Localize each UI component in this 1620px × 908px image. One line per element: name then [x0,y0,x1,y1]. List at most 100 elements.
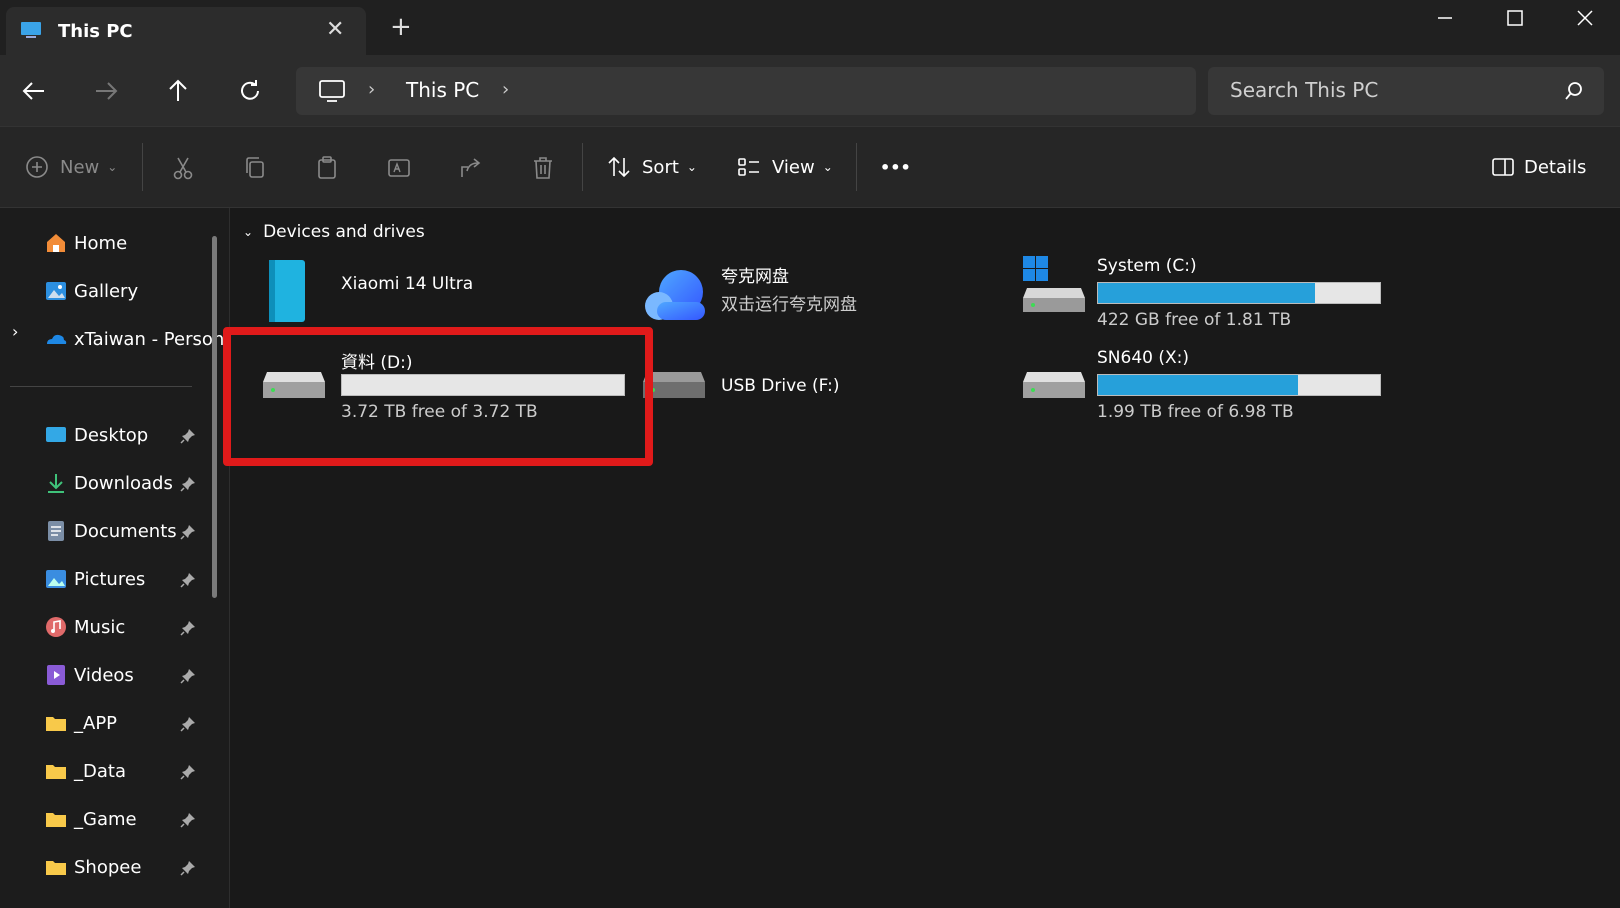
windows-drive-icon [1023,256,1085,312]
pin-icon[interactable] [180,620,196,636]
sidebar-item-label: xTaiwan - Person [74,328,225,350]
share-icon[interactable] [458,155,484,181]
sidebar-item-label: _APP [74,712,118,734]
breadcrumb-chevron-icon[interactable]: › [368,79,375,100]
close-window-icon[interactable] [1550,0,1620,40]
divider [582,143,583,191]
breadcrumb-chevron-icon[interactable]: › [502,79,509,100]
chevron-down-icon: ⌄ [822,160,833,174]
device-name: 夸克网盘 [721,267,789,287]
sidebar-item-label: _Data [74,760,126,782]
sidebar-item-label: Pictures [74,568,146,590]
rename-icon[interactable] [386,155,412,181]
drive-name: SN640 (X:) [1097,348,1189,368]
divider [142,143,143,191]
details-label: Details [1524,156,1587,178]
file-list: ⌄ Devices and drives Xiaomi 14 Ultra 夸克网… [231,208,1620,908]
cut-icon[interactable] [170,155,196,181]
pictures-icon [46,570,66,588]
sidebar-item-desktop[interactable]: Desktop [44,420,148,450]
breadcrumb-this-pc[interactable]: This PC [406,78,479,102]
back-icon[interactable] [14,71,54,111]
device-quark[interactable]: 夸克网盘 双击运行夸克网盘 [641,260,971,330]
highlight-box [223,327,653,466]
home-icon [47,234,65,252]
new-label: New [60,156,100,178]
sidebar-item-music[interactable]: Music [44,612,125,642]
paste-icon[interactable] [314,155,340,181]
tab-this-pc[interactable]: This PC ✕ [6,7,366,55]
sidebar-item-label: Desktop [74,424,149,446]
pin-icon[interactable] [180,524,196,540]
drive-c[interactable]: System (C:) 422 GB free of 1.81 TB [1021,256,1421,336]
chevron-down-icon: ⌄ [107,160,118,174]
pin-icon[interactable] [180,572,196,588]
drive-x[interactable]: SN640 (X:) 1.99 TB free of 6.98 TB [1021,348,1421,428]
drive-usage-bar [1097,282,1381,304]
forward-icon[interactable] [86,71,126,111]
sort-button[interactable]: Sort ⌄ [606,151,697,183]
sidebar-item-app[interactable]: _APP [44,708,117,738]
divider [856,143,857,191]
drive-name: USB Drive (F:) [721,376,840,396]
minimize-icon[interactable] [1410,0,1480,40]
documents-icon [48,521,64,541]
close-tab-icon[interactable]: ✕ [326,17,344,42]
delete-icon[interactable] [530,155,556,181]
device-xiaomi[interactable]: Xiaomi 14 Ultra [261,260,591,330]
sidebar-item-videos[interactable]: Videos [44,660,134,690]
sidebar-item-game[interactable]: _Game [44,804,137,834]
view-label: View [772,156,815,178]
new-button[interactable]: New ⌄ [24,151,117,183]
sidebar-item-documents[interactable]: Documents [44,516,177,546]
chevron-down-icon: ⌄ [686,160,697,174]
folder-icon [46,813,66,827]
pin-icon[interactable] [180,716,196,732]
sidebar-item-shopee[interactable]: Shopee [44,852,141,882]
copy-icon[interactable] [242,155,268,181]
computer-icon [319,80,345,102]
sidebar-item-gallery[interactable]: Gallery [44,276,138,306]
refresh-icon[interactable] [230,71,270,111]
sidebar-item-label: Gallery [74,280,139,302]
folder-icon [46,765,66,779]
search-input[interactable]: Search This PC [1230,78,1378,102]
sidebar-item-label: Shopee [74,856,142,878]
search-box[interactable]: Search This PC [1208,67,1604,115]
up-icon[interactable] [158,71,198,111]
sidebar-item-onedrive[interactable]: xTaiwan - Person [44,324,224,354]
group-header[interactable]: ⌄ Devices and drives [243,222,425,242]
expand-chevron-icon[interactable]: › [12,322,18,341]
command-bar: New ⌄ Sort ⌄ View ⌄ ••• Details [0,126,1620,208]
sort-label: Sort [642,156,679,178]
drive-free-space: 1.99 TB free of 6.98 TB [1097,402,1294,422]
group-label: Devices and drives [263,222,425,242]
new-tab-button[interactable]: + [390,12,412,42]
pin-icon[interactable] [180,764,196,780]
drive-f[interactable]: USB Drive (F:) [641,368,971,418]
pin-icon[interactable] [180,668,196,684]
plus-circle-icon [26,156,48,178]
pin-icon[interactable] [180,812,196,828]
music-icon [46,617,66,637]
divider [10,386,192,387]
sidebar-item-label: Downloads [74,472,173,494]
maximize-icon[interactable] [1480,0,1550,40]
sidebar-item-downloads[interactable]: Downloads [44,468,173,498]
sidebar-item-home[interactable]: Home [44,228,127,258]
drive-name: System (C:) [1097,256,1197,276]
pin-icon[interactable] [180,476,196,492]
sidebar-item-data[interactable]: _Data [44,756,126,786]
sidebar-item-pictures[interactable]: Pictures [44,564,145,594]
address-bar[interactable]: › This PC › [296,67,1196,115]
sidebar-scrollbar[interactable] [212,236,217,598]
pin-icon[interactable] [180,428,196,444]
details-button[interactable]: Details [1490,151,1586,183]
videos-icon [47,665,65,685]
pin-icon[interactable] [180,860,196,876]
tab-title: This PC [58,21,133,42]
view-button[interactable]: View ⌄ [736,151,833,183]
more-options-icon[interactable]: ••• [880,151,911,183]
navigation-pane: Home Gallery › xTaiwan - Person Desktop … [0,208,230,908]
downloads-icon [48,474,64,493]
